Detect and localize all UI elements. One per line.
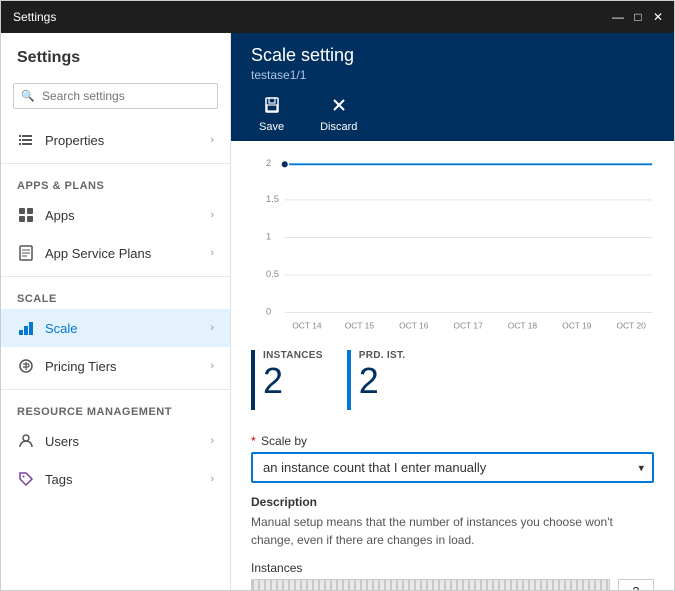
search-icon: 🔍 bbox=[21, 90, 35, 103]
stat-value-prd-ist: 2 bbox=[359, 361, 406, 401]
divider-3 bbox=[1, 389, 230, 390]
scale-section: * Scale by an instance count that I ente… bbox=[231, 422, 674, 590]
sidebar-item-label-apps: Apps bbox=[45, 208, 75, 223]
scale-stats: INSTANCES 2 PRD. IST. 2 bbox=[231, 342, 674, 422]
minimize-button[interactable]: — bbox=[610, 9, 626, 25]
main-container: Settings 🔍 bbox=[1, 33, 674, 590]
app-service-plans-icon bbox=[17, 244, 35, 262]
scale-icon bbox=[17, 319, 35, 337]
instances-value-box: 2 bbox=[618, 579, 654, 590]
divider-2 bbox=[1, 276, 230, 277]
maximize-button[interactable]: □ bbox=[630, 9, 646, 25]
sidebar-title: Settings bbox=[1, 33, 230, 75]
save-label: Save bbox=[259, 121, 284, 133]
stat-prd-ist: PRD. IST. 2 bbox=[347, 350, 430, 410]
svg-text:OCT 14: OCT 14 bbox=[292, 320, 322, 330]
pricing-tiers-icon bbox=[17, 357, 35, 375]
discard-label: Discard bbox=[320, 121, 357, 133]
sidebar-item-label-app-service-plans: App Service Plans bbox=[45, 246, 151, 261]
section-label-apps: APPS & PLANS bbox=[1, 168, 230, 196]
window-title-left: Settings bbox=[9, 10, 56, 24]
title-bar: Settings — □ ✕ bbox=[1, 1, 674, 33]
chevron-icon-tags: › bbox=[210, 473, 214, 485]
svg-text:OCT 18: OCT 18 bbox=[508, 320, 538, 330]
svg-text:1: 1 bbox=[266, 231, 271, 241]
close-button[interactable]: ✕ bbox=[650, 9, 666, 25]
chevron-icon-apps: › bbox=[210, 209, 214, 221]
chevron-icon-properties: › bbox=[210, 134, 214, 146]
sidebar-item-label-tags: Tags bbox=[45, 472, 72, 487]
chart-area: 2 1.5 1 0.5 0 bbox=[231, 141, 674, 342]
toolbar: Save Discard bbox=[251, 92, 654, 141]
instances-label: Instances bbox=[251, 561, 654, 575]
sidebar-item-scale[interactable]: Scale › bbox=[1, 309, 230, 347]
sidebar-item-properties[interactable]: Properties › bbox=[1, 121, 230, 159]
sidebar-item-pricing-tiers[interactable]: Pricing Tiers › bbox=[1, 347, 230, 385]
discard-icon bbox=[330, 96, 348, 119]
window-controls: — □ ✕ bbox=[610, 9, 666, 25]
svg-text:OCT 16: OCT 16 bbox=[399, 320, 429, 330]
panel-title: Scale setting bbox=[251, 45, 654, 66]
chevron-icon-pricing-tiers: › bbox=[210, 360, 214, 372]
svg-text:1.5: 1.5 bbox=[266, 194, 279, 204]
sidebar-item-label-users: Users bbox=[45, 434, 79, 449]
scale-by-label: * Scale by bbox=[251, 434, 654, 448]
scale-by-dropdown-wrapper: an instance count that I enter manually … bbox=[251, 452, 654, 483]
sidebar-item-users[interactable]: Users › bbox=[1, 422, 230, 460]
panel-content: 2 1.5 1 0.5 0 bbox=[231, 141, 674, 590]
panel-header: Scale setting testase1/1 Save bbox=[231, 33, 674, 141]
chart-svg: 2 1.5 1 0.5 0 bbox=[251, 149, 654, 339]
chevron-icon-app-service-plans: › bbox=[210, 247, 214, 259]
sidebar-item-label-properties: Properties bbox=[45, 133, 104, 148]
svg-text:OCT 20: OCT 20 bbox=[617, 320, 647, 330]
svg-text:2: 2 bbox=[266, 158, 271, 168]
svg-text:0.5: 0.5 bbox=[266, 269, 279, 279]
description-label: Description bbox=[251, 495, 654, 509]
section-label-scale: SCALE bbox=[1, 281, 230, 309]
stat-value-instances: 2 bbox=[263, 361, 323, 401]
stat-instances: INSTANCES 2 bbox=[251, 350, 347, 410]
right-panel: Scale setting testase1/1 Save bbox=[231, 33, 674, 590]
sidebar-item-app-service-plans[interactable]: App Service Plans › bbox=[1, 234, 230, 272]
tags-icon bbox=[17, 470, 35, 488]
section-label-resource: RESOURCE MANAGEMENT bbox=[1, 394, 230, 422]
stat-bar-instances bbox=[251, 350, 255, 410]
svg-text:OCT 17: OCT 17 bbox=[453, 320, 483, 330]
sidebar-item-apps[interactable]: Apps › bbox=[1, 196, 230, 234]
apps-icon bbox=[17, 206, 35, 224]
sidebar-item-label-pricing-tiers: Pricing Tiers bbox=[45, 359, 117, 374]
chevron-icon-scale: › bbox=[210, 322, 214, 334]
svg-text:OCT 19: OCT 19 bbox=[562, 320, 592, 330]
sidebar: Settings 🔍 bbox=[1, 33, 231, 590]
search-input[interactable] bbox=[13, 83, 218, 109]
properties-icon bbox=[17, 131, 35, 149]
svg-text:0: 0 bbox=[266, 306, 271, 316]
required-star: * bbox=[251, 434, 256, 448]
description-text: Manual setup means that the number of in… bbox=[251, 513, 654, 549]
stat-bar-prd-ist bbox=[347, 350, 351, 410]
save-button[interactable]: Save bbox=[251, 92, 292, 141]
svg-text:OCT 15: OCT 15 bbox=[345, 320, 375, 330]
chevron-icon-users: › bbox=[210, 435, 214, 447]
divider-1 bbox=[1, 163, 230, 164]
sidebar-item-label-scale: Scale bbox=[45, 321, 78, 336]
instances-slider[interactable] bbox=[251, 579, 610, 590]
search-box: 🔍 bbox=[13, 83, 218, 109]
scale-by-select[interactable]: an instance count that I enter manually … bbox=[251, 452, 654, 483]
users-icon bbox=[17, 432, 35, 450]
save-icon bbox=[263, 96, 281, 119]
panel-subtitle: testase1/1 bbox=[251, 68, 654, 82]
sidebar-item-tags[interactable]: Tags › bbox=[1, 460, 230, 498]
discard-button[interactable]: Discard bbox=[312, 92, 365, 141]
window: Settings — □ ✕ Settings 🔍 bbox=[0, 0, 675, 591]
instances-row: 2 bbox=[251, 579, 654, 590]
